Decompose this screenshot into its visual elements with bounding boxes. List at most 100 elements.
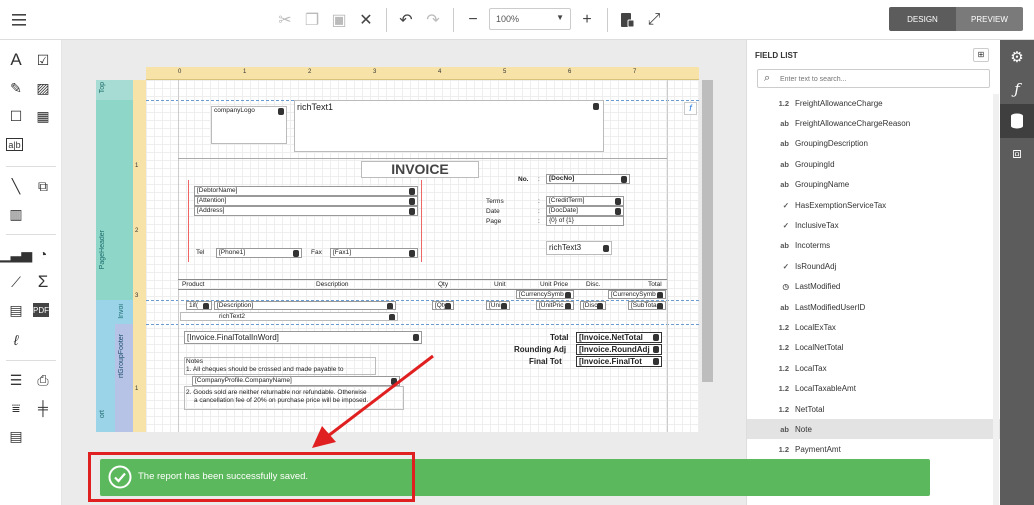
- field-list-options-icon[interactable]: ⊞: [973, 48, 989, 62]
- debtor-name-field[interactable]: [DebtorName]: [194, 186, 418, 196]
- field-list-item[interactable]: 1.2 LocalTax: [747, 358, 1001, 378]
- pdf-tool-icon[interactable]: PDF: [33, 303, 49, 317]
- checkbox-tool-icon[interactable]: ☑: [33, 50, 53, 70]
- field-list-item[interactable]: 1.2 LocalNetTotal: [747, 338, 1001, 358]
- company-logo-box[interactable]: companyLogo: [211, 106, 287, 144]
- field-list-item[interactable]: 1.2 LocalExTax: [747, 317, 1001, 337]
- fax-field[interactable]: [Fax1]: [330, 248, 418, 258]
- rich-text-tool-icon[interactable]: ✎: [6, 78, 26, 98]
- copy-icon[interactable]: ❐: [298, 6, 326, 34]
- column-disc: Disc.: [586, 281, 601, 288]
- field-list-item[interactable]: ◷ LastModified: [747, 277, 1001, 297]
- field-list-item[interactable]: ab GroupingId: [747, 154, 1001, 174]
- row-description-field[interactable]: [Description]: [214, 301, 396, 310]
- field-list-database-icon[interactable]: [1000, 104, 1034, 138]
- panel-tool-icon[interactable]: ☐: [6, 106, 26, 126]
- field-list-item[interactable]: 1.2 LocalTaxableAmt: [747, 379, 1001, 399]
- band-top[interactable]: Top: [96, 80, 133, 100]
- cross-band-line-tool-icon[interactable]: ╪: [33, 398, 53, 418]
- field-list-item[interactable]: ✓ InclusiveTax: [747, 215, 1001, 235]
- band-page-header[interactable]: PageHeader: [96, 100, 133, 300]
- rich-text-1[interactable]: richText1: [294, 100, 604, 152]
- zoom-select[interactable]: 100% ▼: [489, 8, 571, 30]
- field-list-item[interactable]: ab GroupingName: [747, 175, 1001, 195]
- currency-symbol-field[interactable]: [CurrencySymb: [516, 290, 574, 299]
- field-list-title: FIELD LIST: [755, 51, 798, 60]
- label-tool-icon[interactable]: A: [6, 50, 26, 70]
- search-input[interactable]: [780, 73, 980, 85]
- zoom-out-icon[interactable]: −: [459, 6, 487, 34]
- field-list-item[interactable]: ✓ IsRoundAdj: [747, 256, 1001, 276]
- field-list-item[interactable]: 1.2 PaymentAmt: [747, 440, 1001, 460]
- picture-tool-icon[interactable]: ▨: [33, 78, 53, 98]
- field-list-item[interactable]: ab Note: [747, 419, 1001, 440]
- tel-label: Tel: [196, 249, 205, 256]
- field-list-search[interactable]: ⌕: [757, 69, 990, 88]
- row-unit-price-field[interactable]: [UnitPric: [536, 301, 574, 310]
- fullscreen-icon[interactable]: ⤢: [640, 6, 668, 34]
- barcode-tool-icon[interactable]: ▥: [6, 204, 26, 224]
- row-qty-field[interactable]: [Qty: [432, 301, 454, 310]
- signature-tool-icon[interactable]: ℓ: [6, 330, 26, 350]
- field-list-item[interactable]: ab Incoterms: [747, 236, 1001, 256]
- report-tool-icon[interactable]: ▤: [6, 300, 26, 320]
- paste-icon[interactable]: ▣: [325, 6, 353, 34]
- field-list-item[interactable]: ab LastModifiedUserID: [747, 297, 1001, 317]
- doc-no-field[interactable]: [DocNo]: [546, 174, 630, 184]
- redo-icon[interactable]: ↷: [419, 6, 447, 34]
- preview-tab[interactable]: PREVIEW: [956, 7, 1023, 31]
- rounding-adj-field[interactable]: [Invoice.RoundAdj: [576, 344, 662, 355]
- doc-date-field[interactable]: [DocDate]: [546, 206, 624, 216]
- page-info-field[interactable]: {0} of {1}: [546, 216, 624, 226]
- invoice-title[interactable]: INVOICE: [361, 161, 479, 178]
- field-type-icon: 1.2: [778, 384, 789, 394]
- database-icon: [278, 108, 284, 115]
- net-total-field[interactable]: [Invoice.NetTotal: [576, 332, 662, 343]
- undo-icon[interactable]: ↶: [392, 6, 420, 34]
- script-icon[interactable]: f: [684, 102, 697, 115]
- chart-tool-icon[interactable]: ▁▃▅: [0, 244, 32, 264]
- currency-symbol-field[interactable]: [CurrencySymb: [608, 290, 666, 299]
- expressions-icon[interactable]: ƒ: [1000, 72, 1034, 106]
- rich-text-2[interactable]: richText2: [180, 312, 398, 321]
- field-list-item[interactable]: ab FreightAllowanceChargeReason: [747, 113, 1001, 133]
- field-list-item[interactable]: ✓ HasExemptionServiceTax: [747, 195, 1001, 215]
- total-in-word-field[interactable]: [Invoice.FinalTotalInWord]: [184, 331, 422, 344]
- summary-tool-icon[interactable]: Σ: [33, 272, 53, 292]
- sparkline-tool-icon[interactable]: ⟋: [6, 272, 26, 292]
- cut-icon[interactable]: ✂: [271, 6, 299, 34]
- hamburger-menu-icon[interactable]: [5, 6, 33, 34]
- line-tool-icon[interactable]: ╲: [6, 176, 26, 196]
- design-tab[interactable]: DESIGN: [889, 7, 956, 31]
- address-field[interactable]: [Address]: [194, 206, 418, 216]
- final-total-value: [Invoice.FinalTot: [579, 357, 642, 366]
- cross-band-box-tool-icon[interactable]: ▤: [6, 426, 26, 446]
- report-explorer-icon[interactable]: ⧈: [1000, 136, 1034, 170]
- shape-tool-icon[interactable]: ⧉: [33, 176, 53, 196]
- phone-field[interactable]: [Phone1]: [216, 248, 302, 258]
- credit-term-field[interactable]: [CreditTerm]: [546, 196, 624, 206]
- row-unit-field[interactable]: [Uni: [486, 301, 510, 310]
- vertical-scrollbar[interactable]: [702, 80, 713, 382]
- toc-tool-icon[interactable]: ☰: [6, 370, 26, 390]
- band-group-footer[interactable]: rtGroupFooter: [115, 324, 133, 432]
- page-info-tool-icon[interactable]: ⎙: [33, 370, 53, 390]
- zoom-in-icon[interactable]: +: [573, 6, 601, 34]
- rich-text-3[interactable]: richText3: [546, 241, 612, 255]
- delete-icon[interactable]: ✕: [352, 6, 380, 34]
- row-item-field[interactable]: 1if(: [186, 301, 212, 310]
- field-list-item[interactable]: 1.2 NetTotal: [747, 399, 1001, 419]
- row-disc-field[interactable]: [Disc: [580, 301, 606, 310]
- attention-field[interactable]: [Attention]: [194, 196, 418, 206]
- field-list-scrollbar[interactable]: [993, 94, 999, 505]
- final-total-field[interactable]: [Invoice.FinalTot: [576, 356, 662, 367]
- field-list-item[interactable]: ab GroupingDescription: [747, 134, 1001, 154]
- table-tool-icon[interactable]: ▦: [33, 106, 53, 126]
- gauge-tool-icon[interactable]: ◔: [33, 244, 53, 264]
- properties-gear-icon[interactable]: ⚙: [1000, 40, 1034, 74]
- page-break-tool-icon[interactable]: ⩸: [6, 398, 26, 418]
- save-icon[interactable]: [613, 6, 641, 34]
- character-comb-tool-icon[interactable]: a|b: [6, 138, 23, 151]
- row-subtotal-field[interactable]: [SubTota: [628, 301, 666, 310]
- field-list-item[interactable]: 1.2 FreightAllowanceCharge: [747, 93, 1001, 113]
